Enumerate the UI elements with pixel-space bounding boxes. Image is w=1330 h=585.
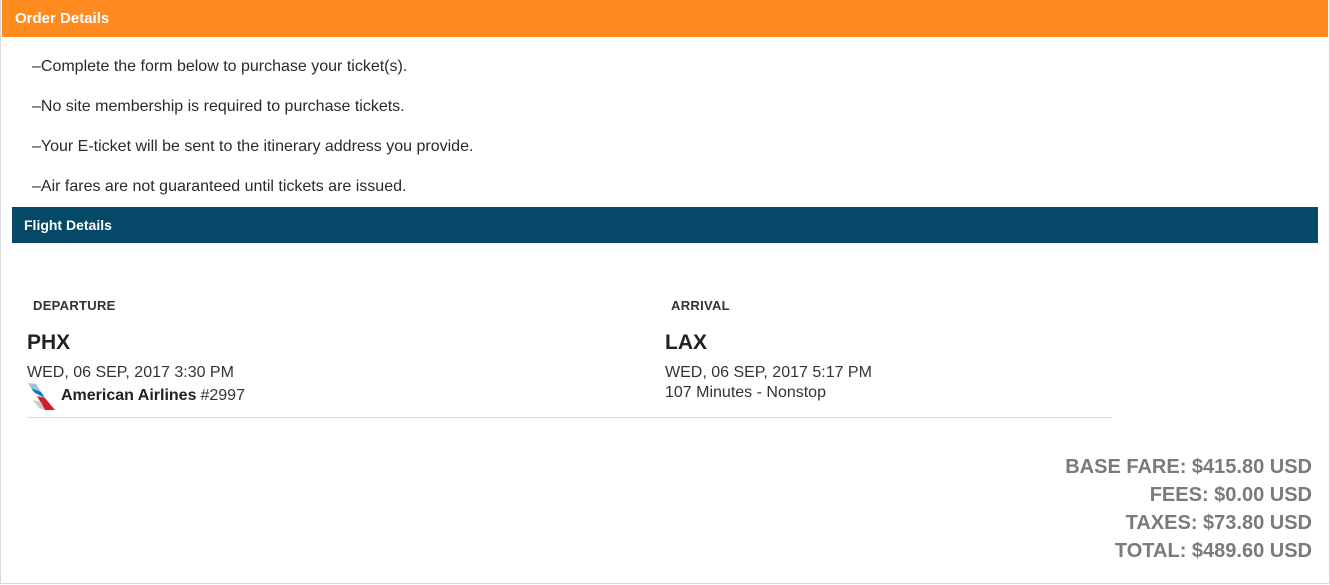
american-airlines-logo-icon [27,381,57,411]
taxes: TAXES: $73.80 USD [1125,512,1312,534]
arrival-section: ARRIVAL LAX WED, 06 SEP, 2017 5:17 PM 10… [665,294,1105,403]
airline-name: American Airlines [61,387,197,404]
departure-section: DEPARTURE PHX WED, 06 SEP, 2017 3:30 PM … [27,294,647,411]
price-summary: BASE FARE: $415.80 USD FEES: $0.00 USD T… [1065,453,1312,565]
departure-datetime: WED, 06 SEP, 2017 3:30 PM [27,364,234,381]
fees: FEES: $0.00 USD [1149,484,1312,506]
order-note: –Complete the form below to purchase you… [32,58,408,75]
flight-duration: 107 Minutes - Nonstop [665,384,826,401]
flight-number: #2997 [200,387,245,404]
airline-info: American Airlines #2997 [27,381,647,411]
order-notes-list: –Complete the form below to purchase you… [32,53,473,213]
arrival-airport: LAX [665,331,707,354]
total-price: TOTAL: $489.60 USD [1114,540,1312,562]
departure-airport: PHX [27,331,71,354]
departure-label: DEPARTURE [33,298,116,313]
order-details-header: Order Details [2,0,1328,37]
base-fare: BASE FARE: $415.80 USD [1065,456,1312,478]
order-note: –Your E-ticket will be sent to the itine… [32,138,474,155]
flight-details-header: Flight Details [12,207,1318,243]
arrival-label: ARRIVAL [671,298,730,313]
flight-divider [27,417,1112,418]
order-note: –No site membership is required to purch… [32,98,405,115]
arrival-datetime: WED, 06 SEP, 2017 5:17 PM [665,364,872,381]
